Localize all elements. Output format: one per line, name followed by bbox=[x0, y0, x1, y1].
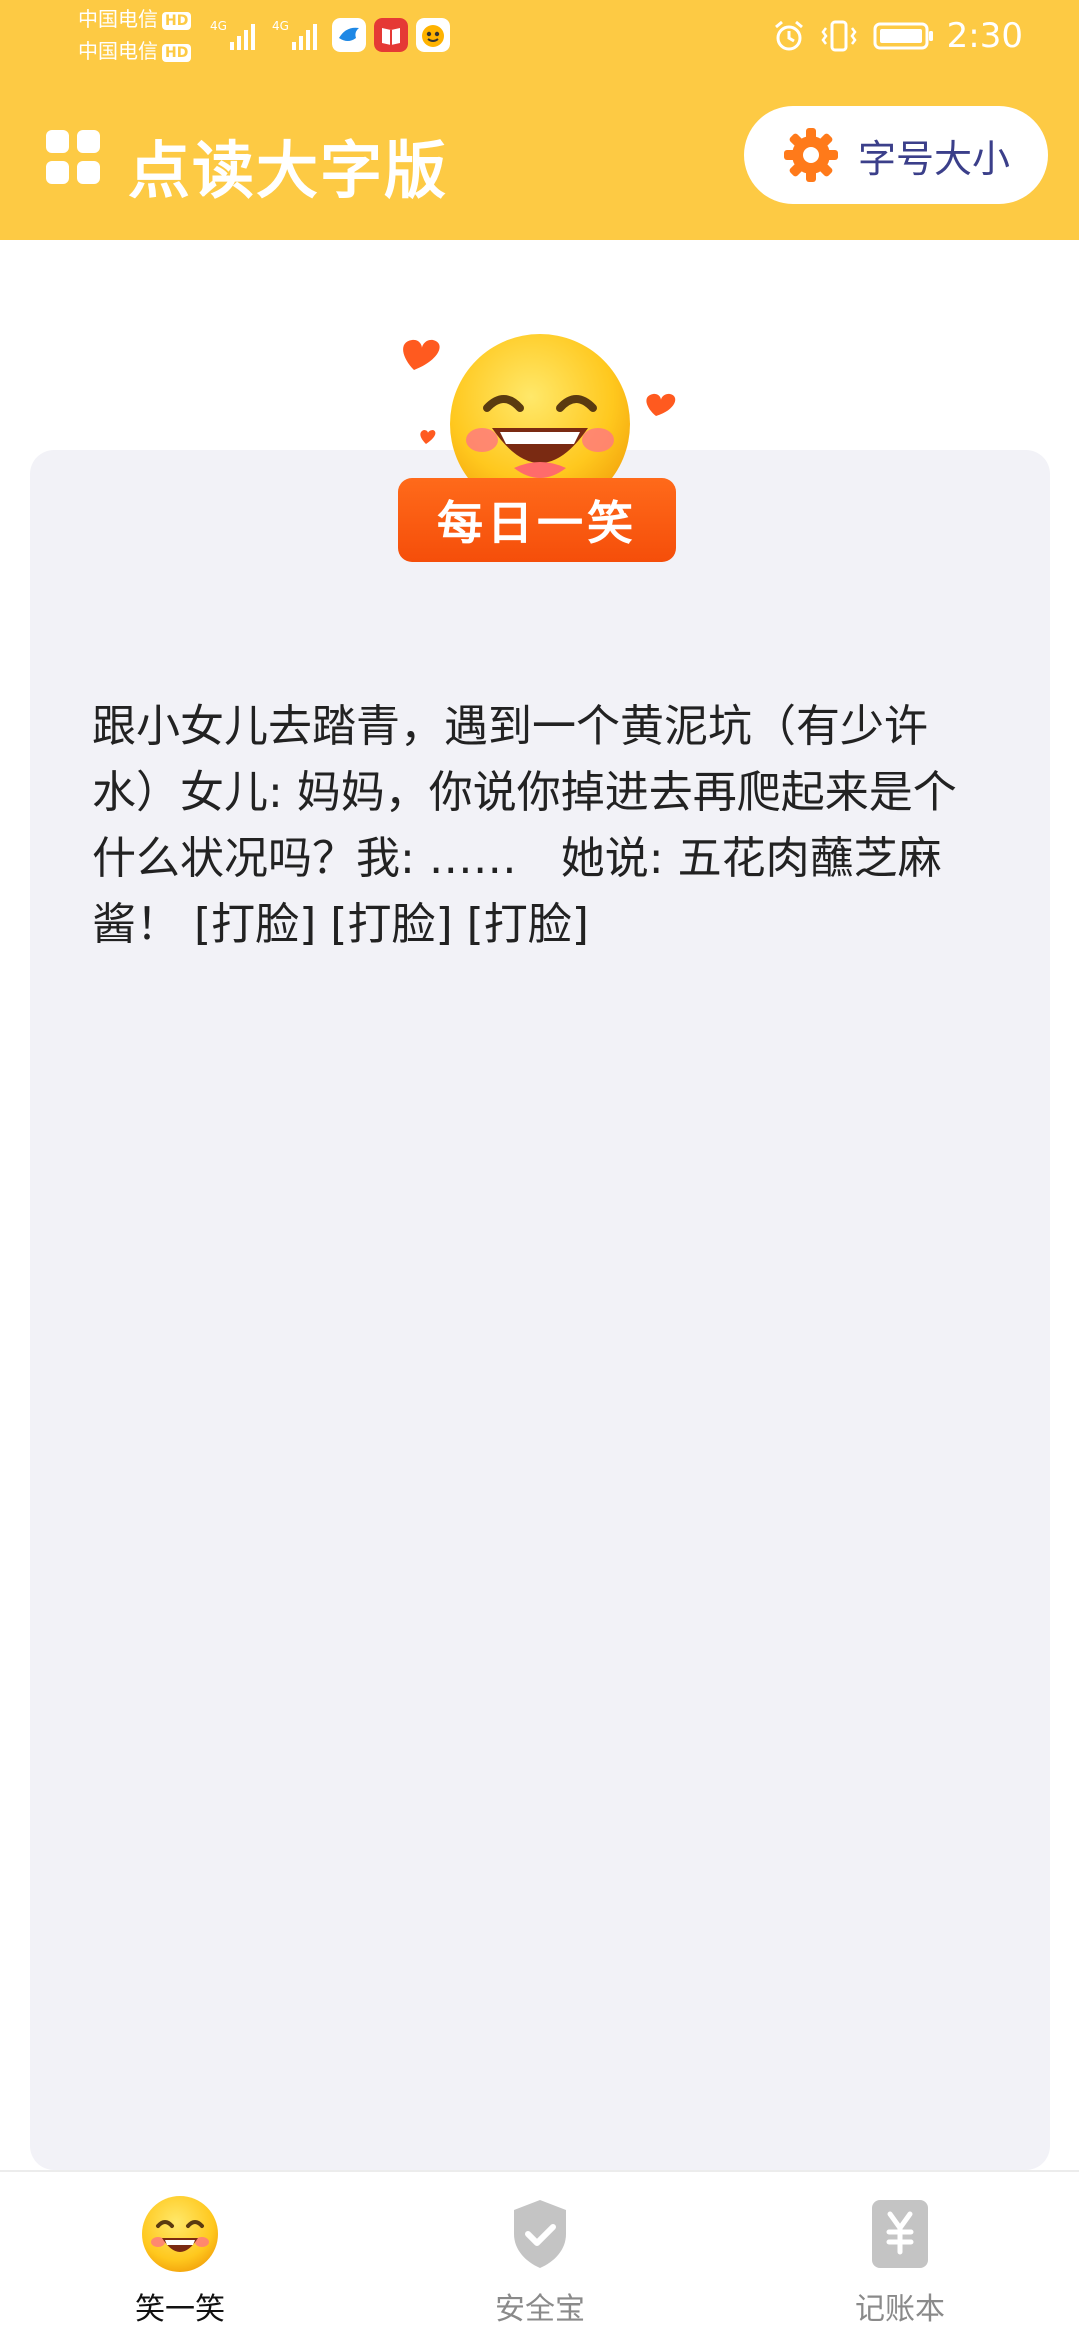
carrier-2: 中国电信 HD bbox=[78, 38, 192, 64]
cartoon-app-icon bbox=[416, 18, 450, 52]
grid-menu-icon[interactable] bbox=[46, 130, 100, 184]
hd-badge-1: HD bbox=[162, 11, 192, 30]
tab-laugh-label: 笑一笑 bbox=[135, 2292, 225, 2327]
font-size-label: 字号大小 bbox=[857, 136, 1010, 181]
joke-text: 跟小女儿去踏青，遇到一个黄泥坑（有少许水）女儿: 妈妈，你说你掉进去再爬起来是个… bbox=[92, 701, 957, 950]
daily-laugh-badge: 每日一笑 bbox=[398, 478, 676, 562]
status-time: 2:30 bbox=[946, 16, 1023, 56]
tab-ledger-label: 记账本 bbox=[855, 2292, 945, 2327]
carrier-2-name: 中国电信 bbox=[78, 39, 158, 63]
tab-ledger[interactable]: 记账本 bbox=[800, 2192, 1000, 2328]
hd-badge-2: HD bbox=[162, 43, 192, 62]
network-type-2: 4G bbox=[272, 19, 289, 33]
status-right: 2:30 bbox=[771, 16, 1023, 56]
bird-app-icon bbox=[332, 18, 366, 52]
carrier-1-name: 中国电信 bbox=[78, 7, 158, 31]
alarm-icon bbox=[774, 20, 803, 51]
carrier-1: 中国电信 HD bbox=[78, 6, 192, 32]
status-bar: 中国电信 HD 中国电信 HD 4G 4G 2:30 bbox=[0, 0, 1079, 75]
tab-security-label: 安全宝 bbox=[495, 2292, 585, 2327]
top-header: 中国电信 HD 中国电信 HD 4G 4G 2:30 点读大字版 字号大小 bbox=[0, 0, 1079, 240]
app-title: 点读大字版 bbox=[128, 134, 449, 207]
signal-icon: 4G bbox=[272, 19, 317, 50]
app-screen: 中国电信 HD 中国电信 HD 4G 4G 2:30 点读大字版 字号大小 每日… bbox=[0, 0, 1079, 2339]
network-type-1: 4G bbox=[210, 19, 227, 33]
font-size-button[interactable]: 字号大小 bbox=[744, 106, 1048, 204]
book-app-icon bbox=[374, 18, 408, 52]
tab-security[interactable]: 安全宝 bbox=[440, 2192, 640, 2328]
smiley-icon bbox=[142, 2196, 218, 2272]
yuan-ledger-icon bbox=[872, 2200, 928, 2268]
vibrate-icon bbox=[821, 20, 857, 52]
title-row: 点读大字版 字号大小 bbox=[0, 100, 1079, 220]
shield-check-icon bbox=[514, 2200, 566, 2268]
bottom-tab-bar: 笑一笑 安全宝 记账本 bbox=[0, 2170, 1079, 2339]
tab-laugh[interactable]: 笑一笑 bbox=[80, 2192, 280, 2328]
signal-icon: 4G bbox=[210, 19, 255, 50]
heart-icon bbox=[403, 339, 440, 370]
heart-icon bbox=[646, 393, 676, 416]
heart-icon bbox=[420, 430, 436, 444]
battery-icon bbox=[873, 22, 933, 50]
gear-icon bbox=[783, 128, 838, 182]
